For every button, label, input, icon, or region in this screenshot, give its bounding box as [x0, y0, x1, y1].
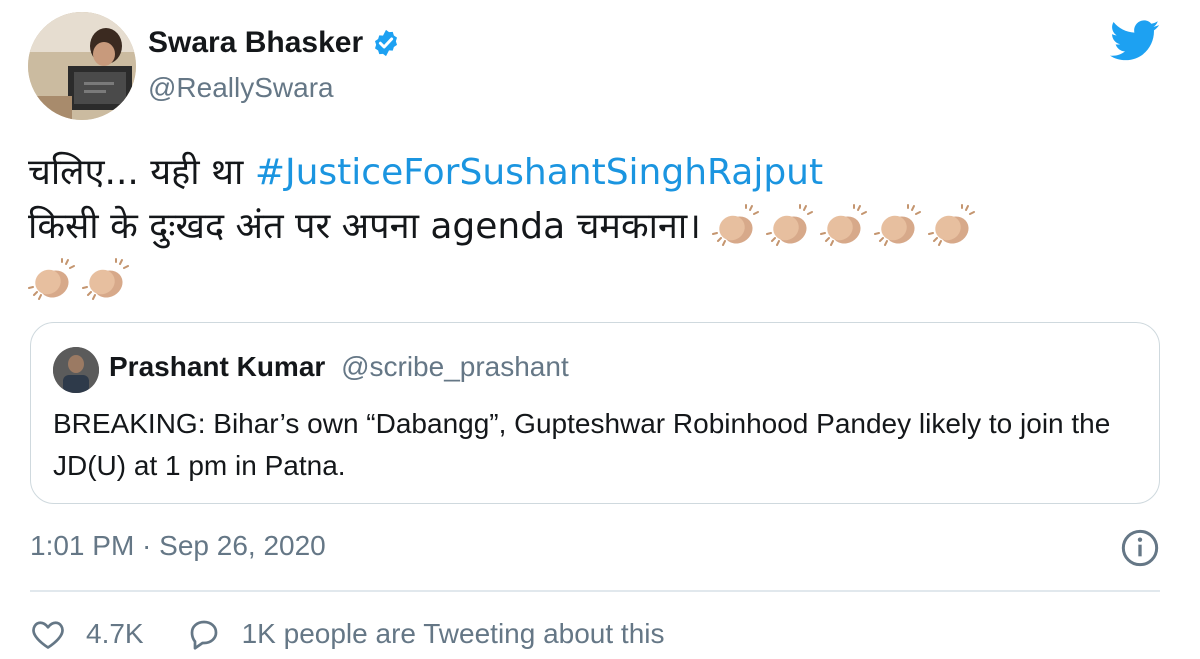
- quoted-tweet[interactable]: Prashant Kumar @scribe_prashant BREAKING…: [30, 322, 1160, 504]
- like-button[interactable]: 4.7K: [30, 616, 144, 652]
- heart-icon: [32, 621, 64, 649]
- action-bar: 4.7K 1K people are Tweeting about this: [30, 612, 707, 656]
- quoted-author-handle: @scribe_prashant: [341, 351, 569, 382]
- tweet-timestamp[interactable]: 1:01 PM · Sep 26, 2020: [30, 530, 326, 562]
- tweet-line-1: चलिए... यही था #JusticeForSushantSinghRa…: [28, 146, 1178, 200]
- tweet-line-2: किसी के दुःखद अंत पर अपना agenda चमकाना।: [28, 200, 1178, 254]
- tweet-card: Swara Bhasker @ReallySwara चलिए... यही थ…: [0, 0, 1200, 659]
- clap-emoji-icon: [874, 204, 922, 246]
- author-avatar[interactable]: [28, 12, 136, 120]
- tweet-text: चलिए... यही था #JusticeForSushantSinghRa…: [28, 146, 1178, 308]
- author-name[interactable]: Swara Bhasker: [148, 26, 401, 60]
- tweeting-about-link[interactable]: 1K people are Tweeting about this: [186, 616, 665, 652]
- clap-emoji-group: [28, 254, 1178, 308]
- speech-bubble-icon: [190, 620, 217, 650]
- clap-emoji-group: [712, 204, 982, 247]
- tweeting-about-text: 1K people are Tweeting about this: [241, 618, 665, 649]
- clap-emoji-icon: [712, 204, 760, 246]
- divider: [30, 590, 1160, 592]
- quoted-author-avatar: [53, 347, 99, 393]
- quoted-tweet-text: BREAKING: Bihar’s own “Dabangg”, Guptesh…: [53, 408, 1111, 481]
- clap-emoji-icon: [766, 204, 814, 246]
- hashtag-link[interactable]: #JusticeForSushantSinghRajput: [255, 152, 823, 193]
- clap-emoji-icon: [928, 204, 976, 246]
- verified-badge-icon: [375, 29, 398, 57]
- tweet-text-prefix: चलिए... यही था: [28, 152, 255, 193]
- like-count: 4.7K: [86, 618, 144, 649]
- clap-emoji-icon: [28, 258, 75, 300]
- clap-emoji-icon: [82, 258, 129, 300]
- quoted-header: Prashant Kumar @scribe_prashant: [109, 351, 569, 383]
- quoted-author-name: Prashant Kumar: [109, 351, 326, 382]
- twitter-bird-icon[interactable]: [1110, 20, 1160, 62]
- tweet-text-line2: किसी के दुःखद अंत पर अपना agenda चमकाना।: [28, 206, 701, 247]
- info-icon[interactable]: [1120, 528, 1160, 568]
- author-handle[interactable]: @ReallySwara: [148, 72, 334, 104]
- clap-emoji-icon: [820, 204, 868, 246]
